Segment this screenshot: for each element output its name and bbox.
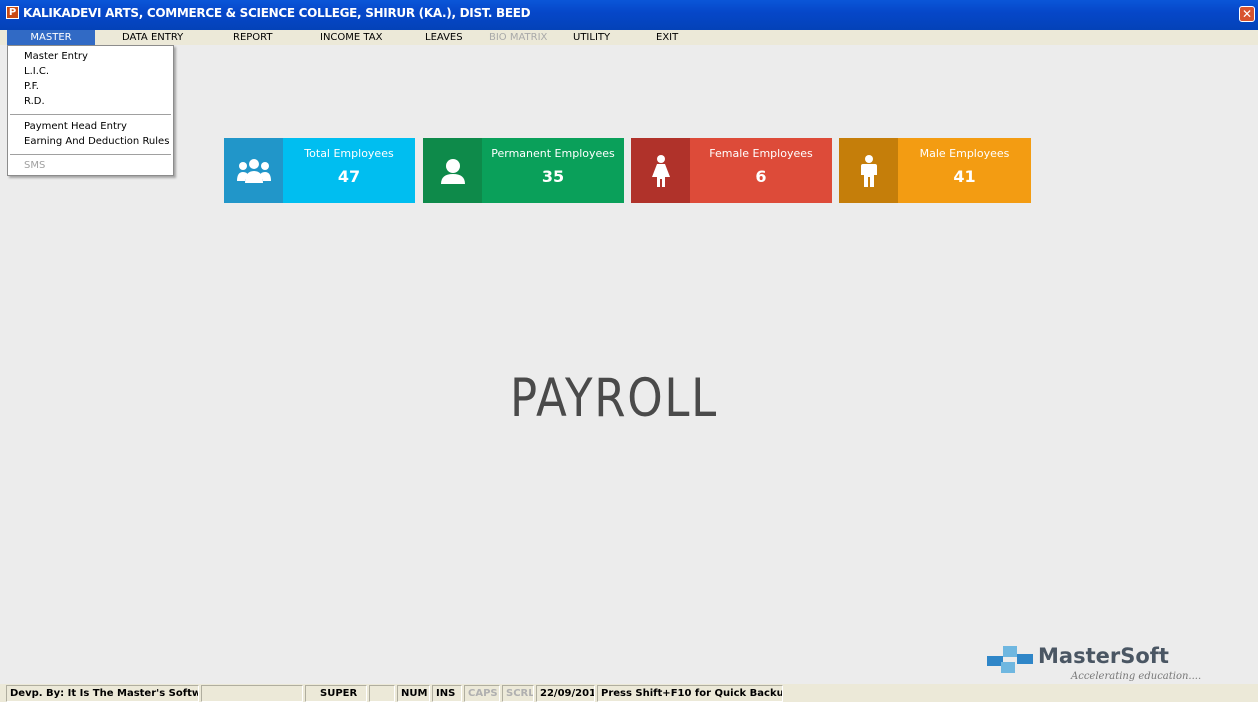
status-date: 22/09/2018 bbox=[536, 685, 595, 702]
menu-bar: MASTER DATA ENTRY REPORT INCOME TAX LEAV… bbox=[0, 30, 1258, 45]
menu-item-pf[interactable]: P.F. bbox=[24, 81, 39, 92]
status-hint: Press Shift+F10 for Quick Backup bbox=[597, 685, 783, 702]
app-icon[interactable]: P bbox=[6, 6, 19, 19]
status-scrl: SCRL bbox=[502, 685, 534, 702]
female-icon bbox=[631, 138, 690, 203]
male-icon bbox=[839, 138, 898, 203]
status-ins: INS bbox=[432, 685, 462, 702]
mastersoft-logo-icon bbox=[987, 646, 1033, 673]
payroll-heading: PAYROLL bbox=[510, 368, 718, 429]
menu-item-master-entry[interactable]: Master Entry bbox=[24, 51, 88, 62]
status-num: NUM bbox=[397, 685, 430, 702]
card-label: Total Employees bbox=[304, 147, 394, 160]
menu-leaves[interactable]: LEAVES bbox=[425, 30, 463, 45]
menu-separator bbox=[10, 154, 171, 155]
menu-utility[interactable]: UTILITY bbox=[573, 30, 610, 45]
status-developer: Devp. By: It Is The Master's Software bbox=[6, 685, 199, 702]
card-label: Male Employees bbox=[919, 147, 1010, 160]
status-blank bbox=[369, 685, 395, 702]
menu-bio-matrix: BIO MATRIX bbox=[489, 32, 548, 43]
total-employees-card[interactable]: Total Employees 47 bbox=[224, 138, 415, 203]
menu-item-rd[interactable]: R.D. bbox=[24, 96, 45, 107]
status-user: SUPER bbox=[305, 685, 367, 702]
female-employees-card[interactable]: Female Employees 6 bbox=[631, 138, 832, 203]
card-label: Permanent Employees bbox=[491, 147, 615, 160]
permanent-employees-card[interactable]: Permanent Employees 35 bbox=[423, 138, 624, 203]
card-label: Female Employees bbox=[709, 147, 813, 160]
menu-item-earning-deduction-rules[interactable]: Earning And Deduction Rules bbox=[24, 136, 169, 147]
status-caps: CAPS bbox=[464, 685, 500, 702]
menu-income-tax[interactable]: INCOME TAX bbox=[320, 30, 382, 45]
menu-separator bbox=[10, 114, 171, 115]
close-button[interactable]: ✕ bbox=[1239, 6, 1255, 22]
menu-data-entry[interactable]: DATA ENTRY bbox=[122, 30, 183, 45]
menu-master[interactable]: MASTER bbox=[7, 30, 95, 45]
card-value: 35 bbox=[541, 167, 565, 186]
status-blank bbox=[201, 685, 303, 702]
mastersoft-logo: MasterSoft Accelerating education.... bbox=[985, 644, 1225, 684]
card-value: 47 bbox=[337, 167, 361, 186]
master-dropdown-menu: Master Entry L.I.C. P.F. R.D. Payment He… bbox=[7, 45, 174, 176]
status-bar: Devp. By: It Is The Master's Software SU… bbox=[0, 684, 1258, 702]
group-icon bbox=[224, 138, 283, 203]
user-icon bbox=[423, 138, 482, 203]
menu-item-lic[interactable]: L.I.C. bbox=[24, 66, 49, 77]
menu-report[interactable]: REPORT bbox=[233, 30, 273, 45]
menu-exit[interactable]: EXIT bbox=[656, 30, 678, 45]
card-value: 6 bbox=[755, 167, 767, 186]
menu-item-sms: SMS bbox=[24, 160, 46, 171]
logo-brand: MasterSoft bbox=[1038, 644, 1169, 668]
card-value: 41 bbox=[953, 167, 976, 186]
logo-tagline: Accelerating education.... bbox=[1071, 671, 1202, 682]
menu-item-payment-head-entry[interactable]: Payment Head Entry bbox=[24, 121, 127, 132]
male-employees-card[interactable]: Male Employees 41 bbox=[839, 138, 1031, 203]
window-title: KALIKADEVI ARTS, COMMERCE & SCIENCE COLL… bbox=[23, 6, 531, 20]
title-bar: P KALIKADEVI ARTS, COMMERCE & SCIENCE CO… bbox=[0, 0, 1258, 30]
